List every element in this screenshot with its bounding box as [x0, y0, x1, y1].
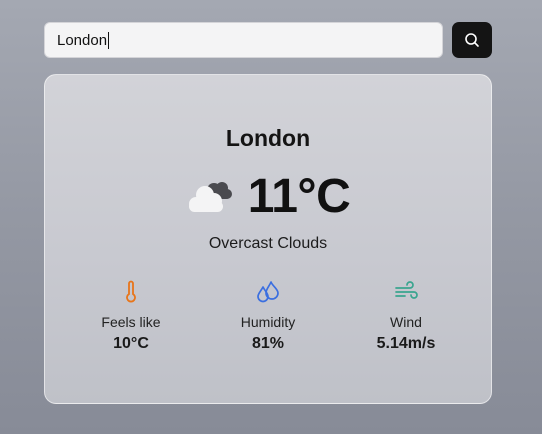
search-icon [465, 33, 479, 47]
stat-label: Feels like [101, 314, 161, 330]
search-bar: London [44, 22, 492, 58]
weather-condition: Overcast Clouds [208, 235, 328, 252]
stat-label: Wind [390, 314, 422, 330]
stat-value: 10°C [113, 335, 149, 352]
droplets-icon [257, 281, 279, 303]
search-input[interactable]: London [44, 22, 443, 58]
weather-card: London 11°C Overcast Clouds Feels like 1… [44, 74, 492, 404]
search-input-value: London [57, 31, 108, 49]
stat-label: Humidity [240, 314, 296, 330]
text-caret [108, 31, 110, 49]
stat-value: 81% [251, 335, 285, 352]
temperature-row: 11°C [45, 167, 491, 225]
wind-icon [395, 281, 418, 299]
overcast-clouds-icon [188, 182, 232, 212]
city-name: London [225, 125, 311, 151]
stat-wind: Wind 5.14m/s [346, 279, 466, 353]
stat-humidity: Humidity 81% [208, 279, 328, 353]
thermometer-icon [126, 280, 136, 303]
search-button[interactable] [452, 22, 492, 58]
stat-value: 5.14m/s [376, 335, 436, 352]
temperature-value: 11°C [247, 169, 351, 223]
stat-feels-like: Feels like 10°C [71, 279, 191, 353]
